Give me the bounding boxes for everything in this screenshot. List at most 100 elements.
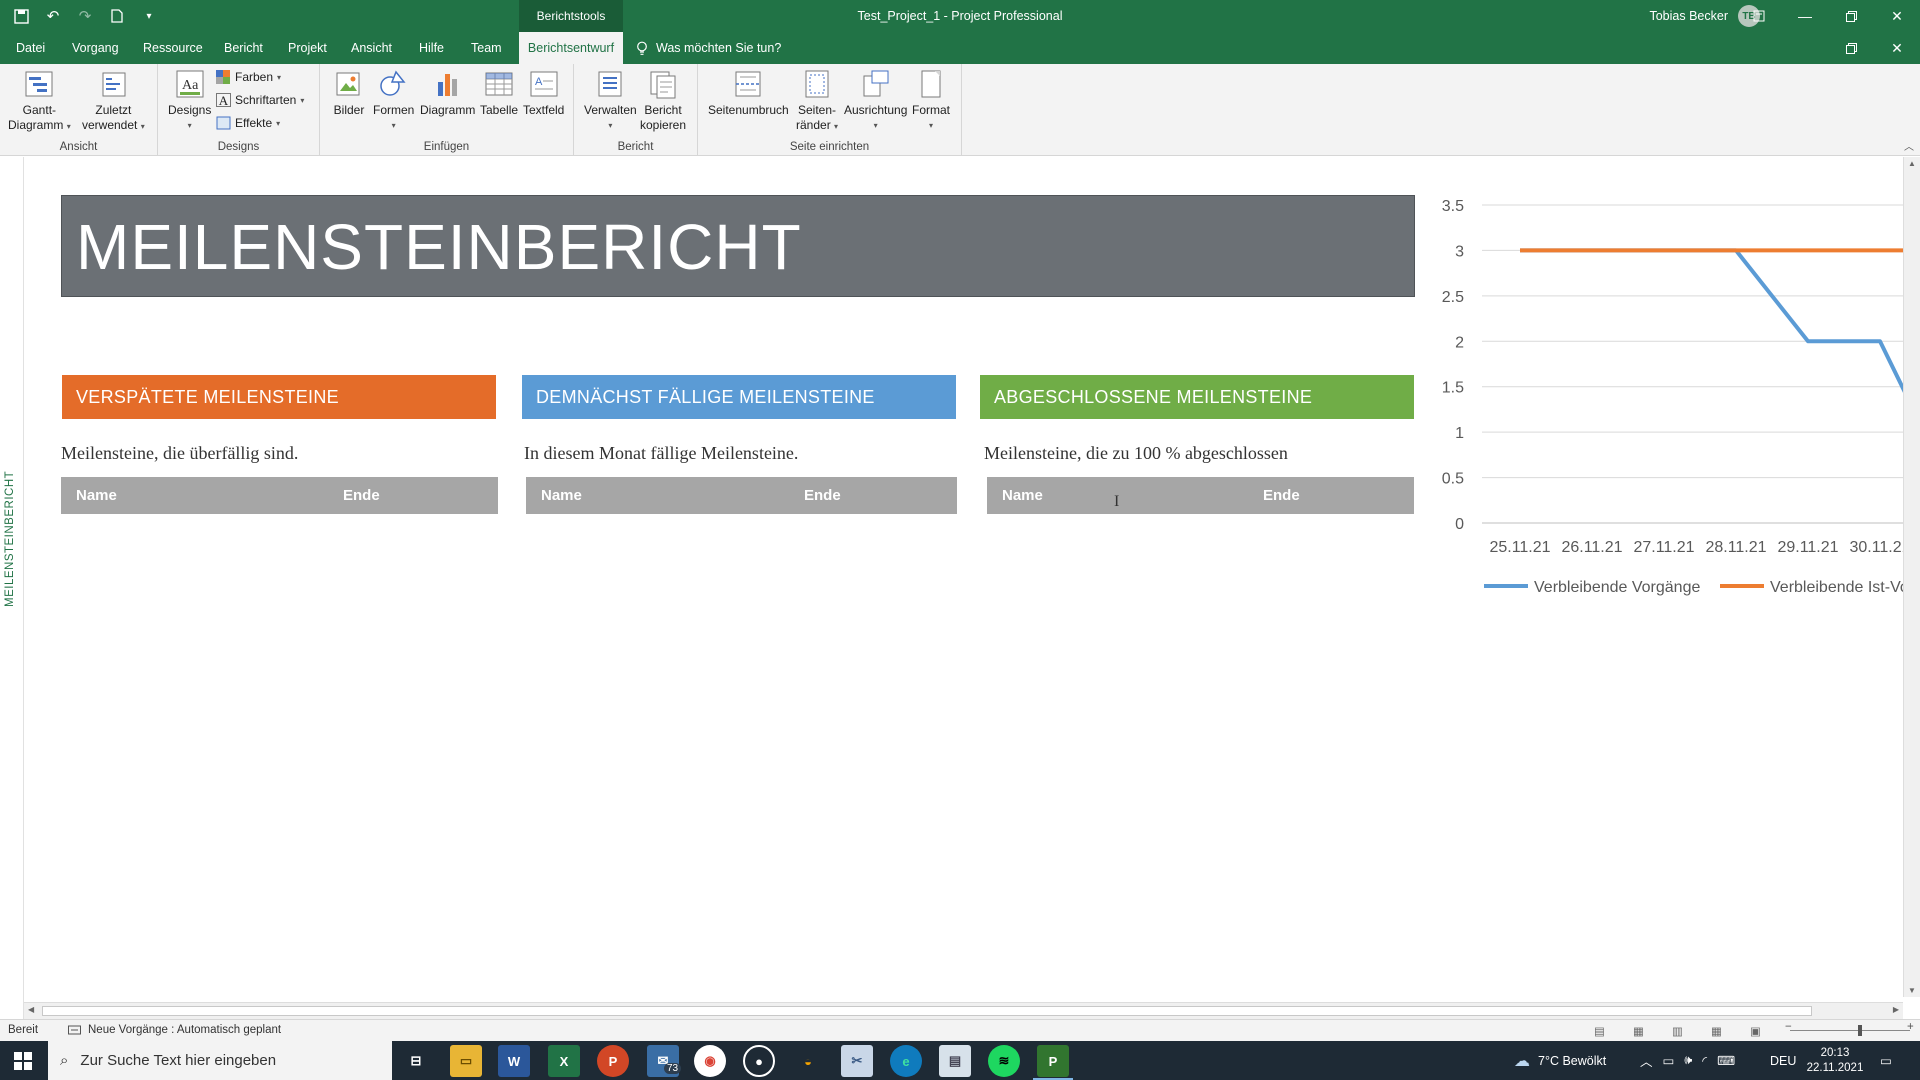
restore-document-icon[interactable] xyxy=(1828,32,1874,64)
section-heading-upcoming[interactable]: DEMNÄCHST FÄLLIGE MEILENSTEINE xyxy=(522,375,956,419)
table-button[interactable]: Tabelle xyxy=(480,68,518,118)
burndown-chart[interactable]: 3.5 3 2.5 2 1.5 1 0.5 0 25.11.21 26.11.21 27.11.21… xyxy=(1436,157,1920,617)
manage-button[interactable]: Verwalten ▾ xyxy=(584,68,637,133)
vertical-scrollbar[interactable]: ▲ ▼ xyxy=(1903,157,1920,997)
tab-vorgang[interactable]: Vorgang xyxy=(66,32,125,64)
file-explorer-icon[interactable]: ▭ xyxy=(450,1045,482,1077)
clock[interactable]: 20:13 22.11.2021 xyxy=(1800,1041,1870,1080)
task-mode-icon[interactable] xyxy=(68,1024,81,1038)
collapse-ribbon-icon[interactable]: ︿ xyxy=(1904,138,1914,153)
keyboard-icon[interactable]: ⌨ xyxy=(1717,1053,1735,1068)
scroll-down-icon[interactable]: ▼ xyxy=(1908,986,1916,995)
zoom-out-icon[interactable]: − xyxy=(1785,1021,1792,1033)
section-desc-late[interactable]: Meilensteine, die überfällig sind. xyxy=(61,443,298,464)
windows-start-icon[interactable] xyxy=(14,1052,32,1075)
section-heading-late[interactable]: VERSPÄTETE MEILENSTEINE xyxy=(62,375,496,419)
section-heading-completed[interactable]: ABGESCHLOSSENE MEILENSTEINE xyxy=(980,375,1414,419)
word-icon[interactable]: W xyxy=(498,1045,530,1077)
notepad-icon[interactable]: ▤ xyxy=(939,1045,971,1077)
notifications-icon[interactable]: ▭ xyxy=(1880,1041,1892,1080)
close-document-icon[interactable]: ✕ xyxy=(1874,32,1920,64)
tab-ansicht[interactable]: Ansicht xyxy=(345,32,398,64)
undo-icon[interactable]: ↶ xyxy=(40,3,66,29)
ribbon-display-options-icon[interactable] xyxy=(1736,0,1782,32)
effects-button[interactable]: Effekte ▾ xyxy=(216,116,280,130)
table-header-completed[interactable]: Name Ende xyxy=(987,477,1414,514)
zoom-in-icon[interactable]: + xyxy=(1907,1021,1914,1033)
margins-button[interactable]: Seiten- ränder ▾ xyxy=(796,68,838,134)
customize-qat-icon[interactable]: ▾ xyxy=(136,3,162,29)
tab-berichtsentwurf[interactable]: Berichtsentwurf xyxy=(519,32,623,64)
effects-icon xyxy=(216,116,231,130)
minimize-icon[interactable]: — xyxy=(1782,0,1828,32)
tab-team[interactable]: Team xyxy=(465,32,508,64)
colors-caret-icon: ▾ xyxy=(277,72,282,82)
textbox-button[interactable]: A Textfeld xyxy=(523,68,564,118)
section-desc-completed[interactable]: Meilensteine, die zu 100 % abgeschlossen xyxy=(984,443,1288,464)
tab-bericht[interactable]: Bericht xyxy=(218,32,269,64)
status-task-mode[interactable]: Neue Vorgänge : Automatisch geplant xyxy=(88,1024,281,1036)
group-label-bericht: Bericht xyxy=(617,141,654,153)
redo-icon[interactable]: ↷ xyxy=(72,3,98,29)
recently-used-button[interactable]: Zuletzt verwendet ▾ xyxy=(82,68,145,134)
view-gantt-icon[interactable]: ▤ xyxy=(1594,1024,1605,1038)
system-tray: ︿ ▭ 🕪 ◜ ⌨ xyxy=(1640,1041,1735,1080)
volume-icon[interactable]: 🕪 xyxy=(1684,1053,1692,1068)
new-document-icon[interactable] xyxy=(104,3,130,29)
horizontal-scroll-thumb[interactable] xyxy=(42,1006,1812,1016)
horizontal-scrollbar[interactable]: ◀ ▶ xyxy=(24,1002,1903,1019)
zoom-slider-thumb[interactable] xyxy=(1858,1025,1862,1036)
colors-button[interactable]: Farben ▾ xyxy=(216,70,281,84)
color-app-icon[interactable]: ◒ xyxy=(792,1045,824,1077)
zoom-slider[interactable] xyxy=(1790,1025,1910,1036)
chart-button[interactable]: Diagramm xyxy=(420,68,475,118)
section-desc-upcoming[interactable]: In diesem Monat fällige Meilensteine. xyxy=(524,443,798,464)
format-button[interactable]: Format ▾ xyxy=(912,68,950,133)
scroll-right-icon[interactable]: ▶ xyxy=(1893,1005,1899,1014)
taskbar-search[interactable]: ⌕ Zur Suche Text hier eingeben xyxy=(48,1041,392,1080)
page-break-button[interactable]: Seitenumbruch xyxy=(708,68,789,118)
meet-now-icon[interactable]: ▭ xyxy=(1663,1053,1675,1068)
report-title-box[interactable]: MEILENSTEINBERICHT xyxy=(61,195,1415,297)
report-title: MEILENSTEINBERICHT xyxy=(76,211,802,283)
designs-button[interactable]: Aa Designs ▾ xyxy=(168,68,211,133)
tab-ressource[interactable]: Ressource xyxy=(137,32,209,64)
project-icon[interactable]: P xyxy=(1037,1045,1069,1077)
network-icon[interactable]: ◜ xyxy=(1702,1053,1707,1068)
tray-expand-icon[interactable]: ︿ xyxy=(1640,1051,1653,1070)
gantt-diagram-button[interactable]: Gantt- Diagramm ▾ xyxy=(8,68,71,134)
edge-icon[interactable]: e xyxy=(890,1045,922,1077)
shapes-button[interactable]: Formen ▾ xyxy=(373,68,414,133)
view-task-usage-icon[interactable]: ▦ xyxy=(1633,1024,1644,1038)
excel-icon[interactable]: X xyxy=(548,1045,580,1077)
tab-projekt[interactable]: Projekt xyxy=(282,32,333,64)
view-report-icon[interactable]: ▣ xyxy=(1750,1024,1761,1038)
save-icon[interactable] xyxy=(8,3,34,29)
table-header-upcoming[interactable]: Name Ende xyxy=(526,477,957,514)
close-icon[interactable]: ✕ xyxy=(1874,0,1920,32)
obs-icon[interactable]: ● xyxy=(743,1045,775,1077)
weather-widget[interactable]: ☁ 7°C Bewölkt xyxy=(1514,1041,1606,1080)
view-team-planner-icon[interactable]: ▥ xyxy=(1672,1024,1683,1038)
group-label-designs: Designs xyxy=(217,141,260,153)
scroll-left-icon[interactable]: ◀ xyxy=(28,1005,34,1014)
tab-datei[interactable]: Datei xyxy=(10,32,51,64)
view-resource-sheet-icon[interactable]: ▦ xyxy=(1711,1024,1722,1038)
tab-hilfe[interactable]: Hilfe xyxy=(413,32,450,64)
fonts-button[interactable]: A Schriftarten ▾ xyxy=(216,93,304,108)
images-button[interactable]: Bilder xyxy=(333,68,365,118)
powerpoint-icon[interactable]: P xyxy=(597,1045,629,1077)
input-language[interactable]: DEU xyxy=(1770,1041,1796,1080)
tell-me-search[interactable]: Was möchten Sie tun? xyxy=(636,32,781,64)
shapes-label: Formen xyxy=(373,103,415,117)
task-view-icon[interactable]: ⊟ xyxy=(400,1045,432,1077)
snipping-tool-icon[interactable]: ✂ xyxy=(841,1045,873,1077)
quick-access-toolbar: ↶ ↷ ▾ xyxy=(8,0,162,32)
table-header-late[interactable]: Name Ende xyxy=(61,477,498,514)
spotify-icon[interactable]: ≋ xyxy=(988,1045,1020,1077)
scroll-up-icon[interactable]: ▲ xyxy=(1908,159,1916,168)
copy-report-button[interactable]: Bericht kopieren xyxy=(640,68,686,133)
restore-icon[interactable] xyxy=(1828,0,1874,32)
chrome-icon[interactable]: ◉ xyxy=(694,1045,726,1077)
orientation-button[interactable]: Ausrichtung ▾ xyxy=(844,68,907,133)
